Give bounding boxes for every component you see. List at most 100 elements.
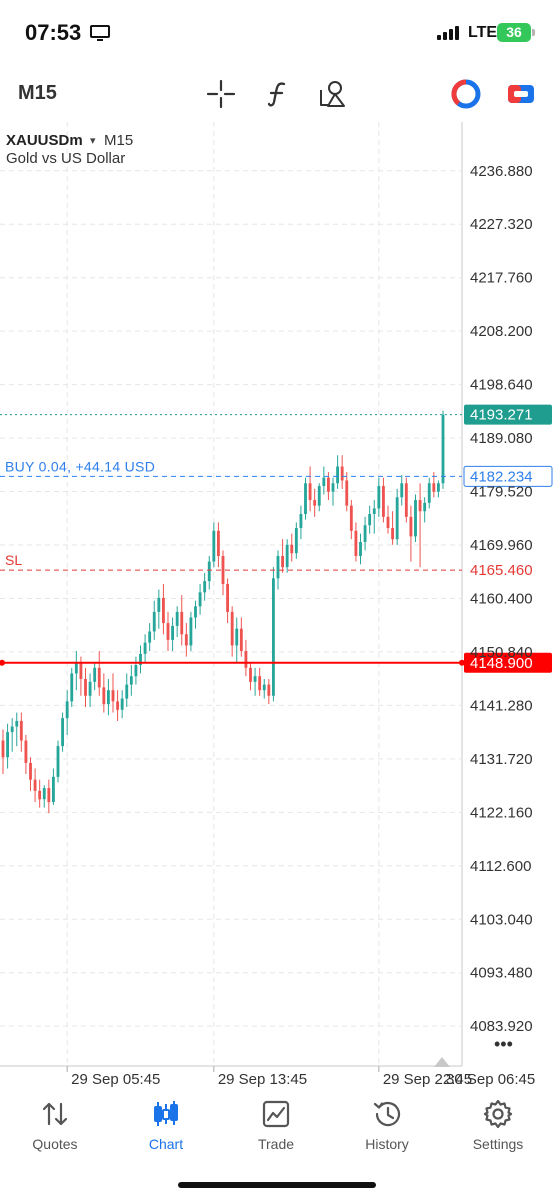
candle-body (221, 555, 225, 584)
candle (239, 617, 243, 657)
candle-body (166, 623, 170, 640)
candle (116, 690, 120, 721)
candle-body (354, 530, 358, 556)
more-options-button[interactable]: ••• (494, 1034, 513, 1054)
candle-body (377, 486, 381, 509)
candle (317, 483, 321, 512)
candle (244, 639, 248, 677)
candle-body (175, 611, 179, 626)
candle (65, 690, 69, 735)
candle-body (152, 611, 156, 632)
candlestick-icon (154, 1101, 178, 1126)
candle-body (326, 477, 330, 492)
candle-body (230, 611, 234, 646)
screen-mirroring-icon (90, 25, 110, 41)
network-label: LTE (468, 24, 498, 41)
gear-icon (483, 1099, 513, 1129)
candle (418, 483, 422, 568)
candle-body (395, 497, 399, 540)
price-tick-label: 4150.840 (470, 644, 533, 661)
candle (308, 466, 312, 512)
candle-body (423, 502, 427, 512)
candle (381, 477, 385, 523)
candle-body (404, 483, 408, 517)
candle-body (1, 740, 5, 758)
symbol-label[interactable]: XAUUSDm (6, 132, 83, 149)
candle (203, 572, 207, 601)
candle (15, 712, 19, 747)
candle (368, 505, 372, 534)
alert-line-handle[interactable] (0, 659, 5, 666)
candle-body (33, 779, 37, 791)
candle-body (381, 486, 385, 517)
chart-toolbar: M15 (0, 66, 554, 122)
candle-body (294, 528, 298, 554)
price-tick-label: 4131.720 (470, 751, 533, 768)
candle (42, 785, 46, 808)
candle-body (349, 505, 353, 531)
tab-quotes[interactable]: Quotes (5, 1098, 105, 1152)
candle-body (157, 597, 161, 612)
candle (102, 673, 106, 713)
candle-body (88, 681, 92, 696)
trade-cycle-icon[interactable] (450, 78, 482, 110)
timeframe-button[interactable]: M15 (18, 82, 57, 105)
indicator-icon[interactable] (262, 78, 294, 110)
candle (56, 740, 60, 783)
candle-body (235, 628, 239, 646)
tab-history[interactable]: History (337, 1098, 437, 1152)
candle (290, 533, 294, 562)
position-label: BUY 0.04, +44.14 USD (5, 458, 155, 474)
candle (377, 477, 381, 517)
tab-chart-label: Chart (148, 1136, 184, 1152)
tab-chart[interactable]: Chart (116, 1098, 216, 1152)
symbol-dropdown-icon[interactable]: ▾ (90, 135, 96, 147)
candle-body (345, 480, 349, 506)
candle-body (281, 555, 285, 568)
candle (212, 522, 216, 568)
objects-icon[interactable] (318, 78, 350, 110)
crosshair-icon[interactable] (205, 78, 237, 110)
candle-body (143, 642, 147, 654)
candle (322, 466, 326, 495)
price-chart[interactable]: 4148.900SL4165.460BUY 0.04, +44.14 USD41… (0, 122, 554, 1090)
account-switch-icon[interactable] (505, 78, 537, 110)
tab-settings[interactable]: Settings (448, 1098, 548, 1152)
bid-price-label: 4193.271 (470, 407, 533, 424)
candle (125, 673, 129, 707)
candle-body (276, 555, 280, 579)
tab-trade-label: Trade (257, 1136, 295, 1152)
candle (299, 505, 303, 540)
candle-body (42, 788, 46, 800)
chart-grid (0, 122, 463, 1072)
candle-body (336, 466, 340, 484)
candle (175, 606, 179, 638)
candle (189, 611, 193, 652)
price-tick-label: 4208.200 (470, 323, 533, 340)
candle (294, 522, 298, 559)
candle (19, 712, 23, 752)
candle-body (363, 525, 367, 542)
time-tick-label: 29 Sep 13:45 (218, 1071, 307, 1088)
candle-body (391, 528, 395, 540)
candle (313, 488, 317, 517)
candle-body (267, 684, 271, 696)
candle-body (74, 662, 78, 674)
candle-body (226, 583, 230, 612)
candle-body (102, 687, 106, 705)
candle-body (322, 477, 326, 487)
symbol-description: Gold vs US Dollar (6, 150, 125, 167)
candle (395, 488, 399, 545)
stop-loss-label: SL (5, 552, 22, 568)
candle (84, 667, 87, 707)
candle-body (15, 720, 19, 727)
candle (51, 768, 55, 805)
candle (267, 679, 271, 705)
candle (120, 690, 124, 719)
tab-trade[interactable]: Trade (226, 1098, 326, 1152)
scroll-to-end-icon[interactable] (434, 1057, 450, 1067)
price-tick-label: 4198.640 (470, 377, 533, 394)
price-scale: 4236.880 4227.320 4217.760 4208.200 4198.640… (470, 163, 533, 1035)
home-indicator (178, 1182, 376, 1188)
candle-body (207, 561, 211, 582)
